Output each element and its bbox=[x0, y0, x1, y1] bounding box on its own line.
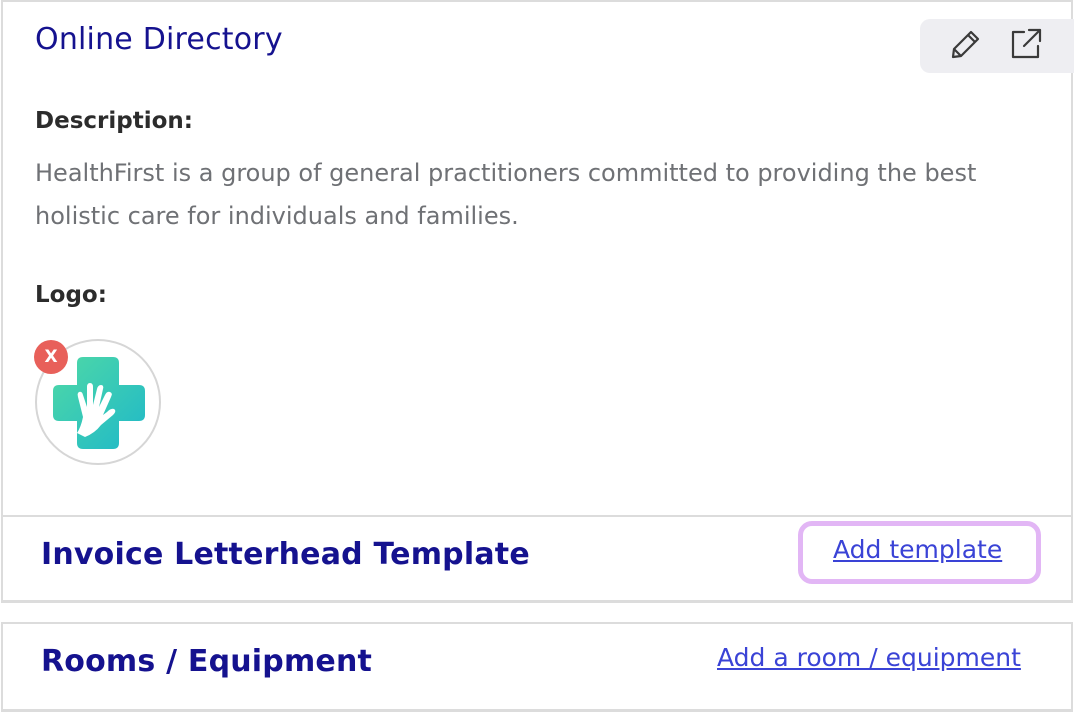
online-directory-title: Online Directory bbox=[35, 22, 283, 57]
add-room-equipment-link[interactable]: Add a room / equipment bbox=[717, 643, 1021, 672]
invoice-letterhead-title: Invoice Letterhead Template bbox=[41, 537, 530, 572]
add-template-link[interactable]: Add template bbox=[833, 535, 1002, 564]
pencil-icon bbox=[950, 28, 982, 64]
logo-label: Logo: bbox=[35, 282, 107, 308]
description-label: Description: bbox=[35, 108, 193, 134]
edit-button[interactable] bbox=[948, 28, 984, 64]
card-toolbar bbox=[920, 19, 1074, 73]
rooms-equipment-section: Rooms / Equipment Add a room / equipment bbox=[1, 622, 1073, 712]
online-directory-card bbox=[1, 0, 1073, 516]
external-link-icon bbox=[1009, 27, 1043, 65]
rooms-equipment-title: Rooms / Equipment bbox=[41, 644, 373, 679]
description-text: HealthFirst is a group of general practi… bbox=[35, 159, 977, 230]
remove-logo-button[interactable]: X bbox=[34, 340, 68, 374]
open-external-button[interactable] bbox=[1008, 28, 1044, 64]
